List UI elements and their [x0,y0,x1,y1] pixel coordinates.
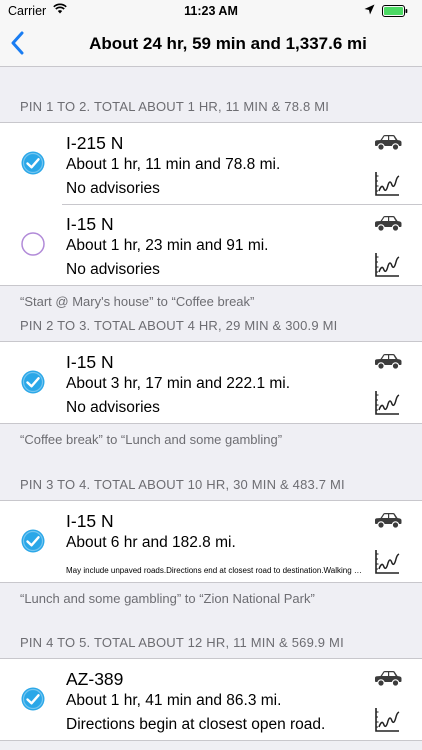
route-advisory: May include unpaved roads.Directions end… [66,566,364,575]
section-footer: “Lunch and some gambling” to “Zion Natio… [20,591,315,606]
route-summary: About 6 hr and 182.8 mi. [66,534,236,551]
radio-unselected-icon[interactable] [21,232,45,256]
route-row[interactable]: AZ-389 About 1 hr, 41 min and 86.3 mi. Dir… [0,659,422,740]
route-road-name: I-15 N [66,352,114,372]
elevation-chart-icon[interactable] [374,707,400,733]
page-title: About 24 hr, 59 min and 1,337.6 mi [89,34,367,53]
section-header: PIN 3 TO 4. TOTAL ABOUT 10 HR, 30 MIN & … [20,477,345,492]
status-bar: Carrier 11:23 AM [0,0,422,22]
route-row[interactable]: I-15 N About 1 hr, 23 min and 91 mi. No ad… [0,204,422,285]
route-group: AZ-389 About 1 hr, 41 min and 86.3 mi. Dir… [0,658,422,741]
route-road-name: I-215 N [66,133,124,153]
section-header: PIN 1 TO 2. TOTAL ABOUT 1 HR, 11 MIN & 7… [20,99,330,114]
route-road-name: I-15 N [66,214,114,234]
elevation-chart-icon[interactable] [374,390,400,416]
route-summary: About 1 hr, 23 min and 91 mi. [66,237,269,254]
navigation-bar: About 24 hr, 59 min and 1,337.6 mi [0,22,422,67]
route-road-name: AZ-389 [66,669,124,689]
checkmark-icon[interactable] [21,529,45,553]
elevation-chart-icon[interactable] [374,252,400,278]
route-road-name: I-15 N [66,511,114,531]
car-icon [373,133,403,151]
checkmark-icon[interactable] [21,370,45,394]
section-header: PIN 4 TO 5. TOTAL ABOUT 12 HR, 11 MIN & … [20,635,344,650]
route-row[interactable]: I-15 N About 3 hr, 17 min and 222.1 mi. No… [0,342,422,423]
car-icon [373,214,403,232]
section-header: PIN 2 TO 3. TOTAL ABOUT 4 HR, 29 MIN & 3… [20,318,338,333]
route-group: I-15 N About 6 hr and 182.8 mi. May includ… [0,500,422,583]
route-advisory: Directions begin at closest open road. [66,716,326,733]
status-time: 11:23 AM [184,4,238,18]
car-icon [373,669,403,687]
checkmark-icon[interactable] [21,687,45,711]
battery-icon [382,5,408,20]
route-summary: About 3 hr, 17 min and 222.1 mi. [66,375,291,392]
location-arrow-icon [364,4,375,18]
section-footer: “Coffee break” to “Lunch and some gambli… [20,432,283,447]
section-footer: “Start @ Mary's house” to “Coffee break” [20,294,255,309]
route-group: I-15 N About 3 hr, 17 min and 222.1 mi. No… [0,341,422,424]
route-group: I-215 N About 1 hr, 11 min and 78.8 mi. No… [0,122,422,286]
row-separator [62,204,422,205]
route-advisory: No advisories [66,180,160,197]
route-summary: About 1 hr, 11 min and 78.8 mi. [66,156,281,173]
elevation-chart-icon[interactable] [374,549,400,575]
route-advisory: No advisories [66,261,160,278]
car-icon [373,511,403,529]
route-row[interactable]: I-215 N About 1 hr, 11 min and 78.8 mi. No… [0,123,422,204]
back-chevron-icon[interactable] [10,31,32,57]
route-row[interactable]: I-15 N About 6 hr and 182.8 mi. May includ… [0,501,422,582]
elevation-chart-icon[interactable] [374,171,400,197]
car-icon [373,352,403,370]
checkmark-icon[interactable] [21,151,45,175]
route-advisory: No advisories [66,399,160,416]
route-summary: About 1 hr, 41 min and 86.3 mi. [66,692,282,709]
